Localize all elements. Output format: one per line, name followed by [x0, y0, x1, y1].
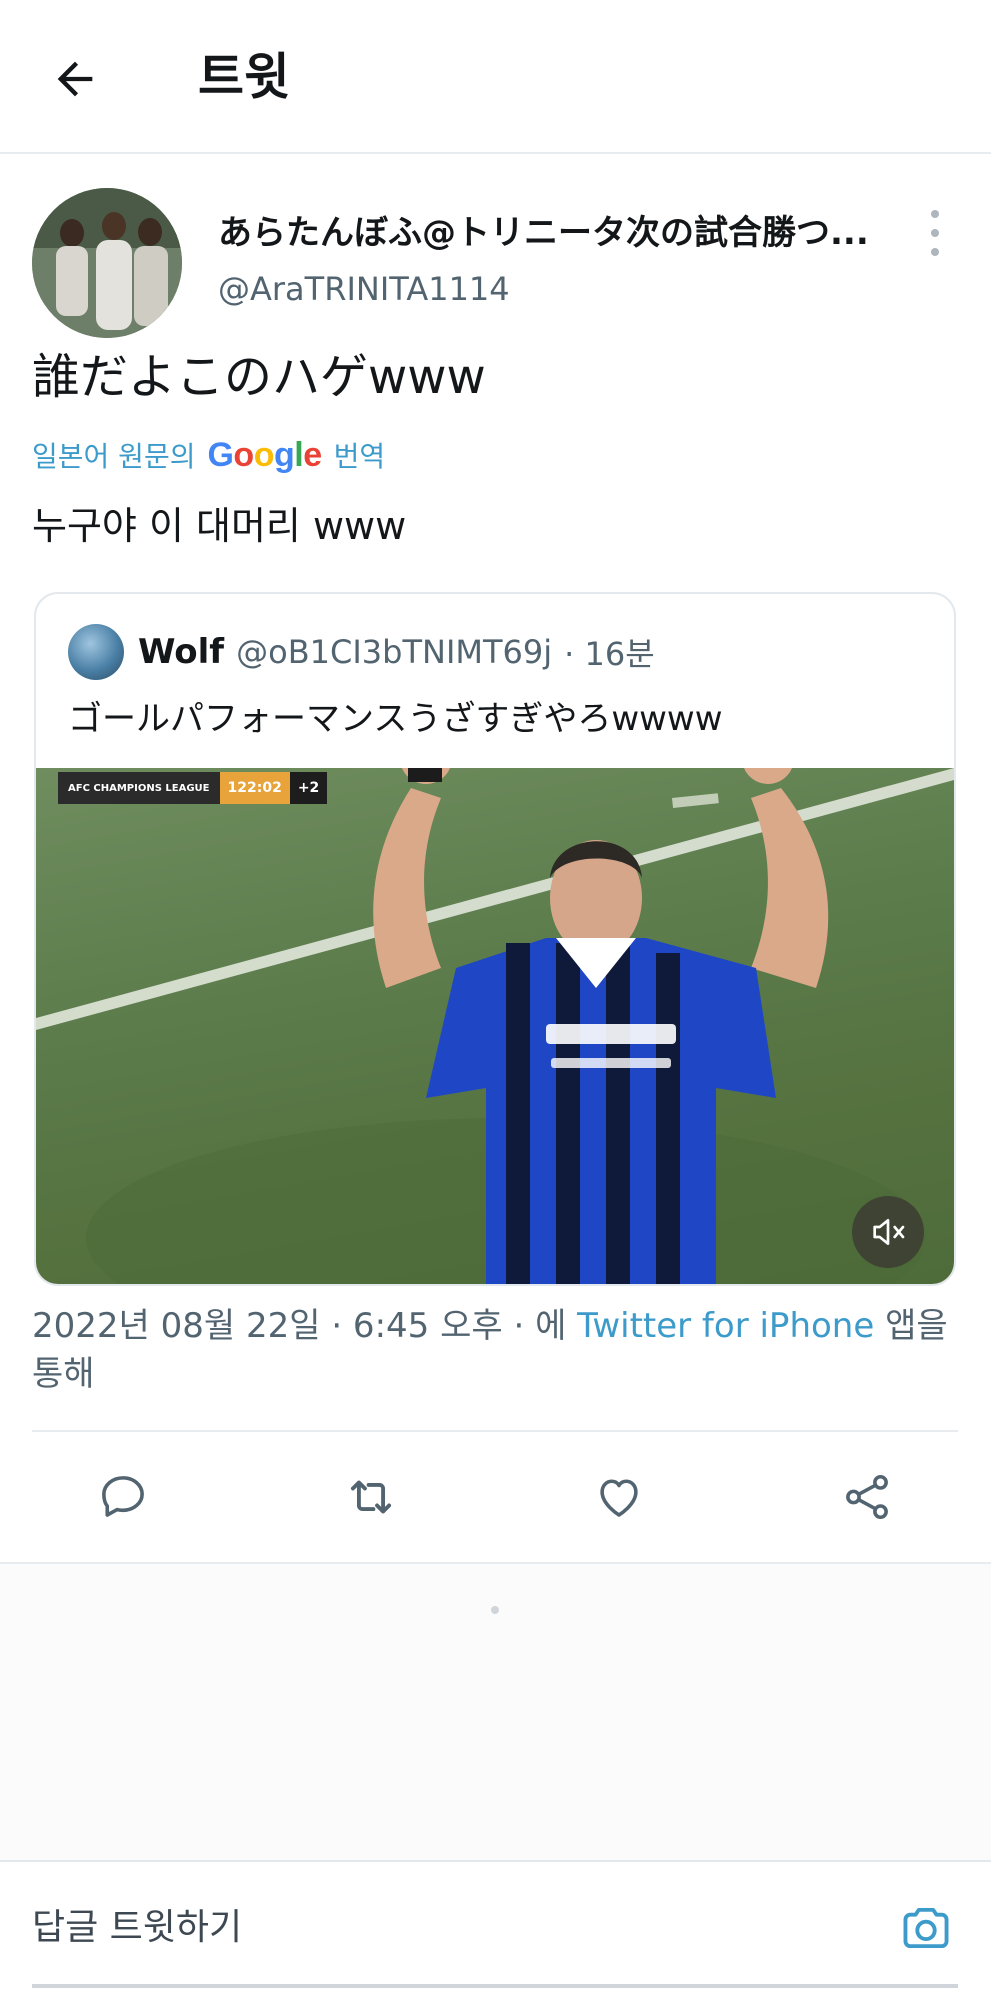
heart-icon: [600, 1479, 638, 1517]
tweet-timestamp: 2022년 08월 22일 · 6:45 오후 · 에 Twitter for …: [32, 1302, 952, 1398]
quoted-author-handle: @oB1CI3bTNIMT69j: [236, 633, 553, 671]
reply-button[interactable]: [90, 1464, 156, 1530]
translate-link[interactable]: 일본어 원문의 Google 번역: [32, 430, 385, 480]
client-link[interactable]: Twitter for iPhone: [577, 1306, 874, 1346]
quoted-author-avatar: [68, 624, 124, 680]
more-dot: [931, 248, 939, 256]
scoreboard-extra: +2: [289, 772, 328, 804]
reply-input[interactable]: 답글 트윗하기: [32, 1902, 242, 1954]
quoted-video[interactable]: AFC CHAMPIONS LEAGUE 122:02 +2: [36, 768, 954, 1284]
back-button[interactable]: [42, 46, 108, 112]
author-display-name[interactable]: あらたんぼふ@トリニータ次の試合勝つ...: [218, 208, 898, 258]
scoreboard-time: 122:02: [219, 772, 290, 804]
quoted-tweet-card[interactable]: Wolf @oB1CI3bTNIMT69j · 16분 ゴールパフォーマンスうざ…: [34, 592, 956, 1286]
arrow-left-icon: [57, 61, 93, 97]
google-logo: Google: [207, 435, 322, 474]
divider: [32, 1430, 958, 1432]
camera-icon: [903, 1907, 949, 1949]
camera-button[interactable]: [890, 1892, 962, 1964]
tweet-text: 誰だよこのハゲwww: [32, 349, 486, 405]
page-title: 트윗: [198, 48, 290, 106]
quoted-tweet-text: ゴールパフォーマンスうざすぎやろwwww: [68, 699, 723, 739]
timestamp-date-time: 2022년 08월 22일 · 6:45 오후 · 에: [32, 1306, 578, 1346]
quoted-tweet-header: Wolf @oB1CI3bTNIMT69j · 16분: [138, 624, 655, 680]
translated-text: 누구야 이 대머리 www: [32, 504, 407, 548]
quoted-tweet-time: · 16분: [564, 635, 655, 673]
more-dot: [931, 229, 939, 237]
video-frame: [36, 768, 954, 1284]
loading-indicator: [491, 1606, 499, 1614]
comment-icon: [102, 1476, 144, 1517]
author-handle[interactable]: @AraTRINITA1114: [218, 264, 510, 314]
top-bar: 트윗: [0, 0, 991, 154]
more-options-button[interactable]: [920, 210, 950, 256]
retweet-icon: [350, 1480, 392, 1514]
retweet-button[interactable]: [338, 1464, 404, 1530]
like-button[interactable]: [586, 1464, 652, 1530]
avatar-image: [32, 188, 182, 338]
more-dot: [931, 210, 939, 218]
speaker-muted-icon: [873, 1219, 905, 1245]
translate-label-after: 번역: [333, 440, 386, 473]
reply-composer-bar: 답글 트윗하기: [0, 1860, 991, 2000]
translate-label-before: 일본어 원문의: [32, 440, 196, 473]
share-icon: [846, 1474, 888, 1520]
share-button[interactable]: [834, 1464, 900, 1530]
scoreboard-league: AFC CHAMPIONS LEAGUE: [58, 772, 220, 804]
quoted-author-name: Wolf: [138, 632, 225, 672]
author-avatar[interactable]: [32, 188, 182, 338]
scoreboard: AFC CHAMPIONS LEAGUE 122:02 +2: [58, 772, 328, 804]
tweet-actions-bar: [0, 1450, 991, 1544]
mute-button[interactable]: [852, 1196, 924, 1268]
reply-input-underline: [32, 1984, 958, 1988]
